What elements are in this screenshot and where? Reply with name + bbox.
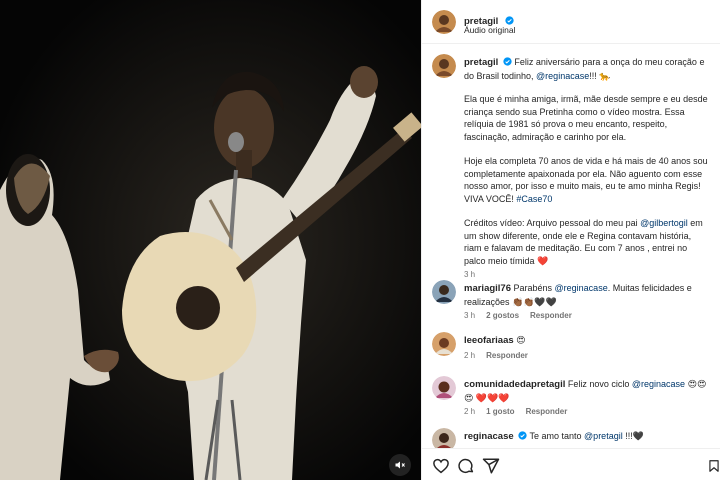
commenter-avatar[interactable] (432, 428, 456, 448)
comment-text-end: !!!🖤 (622, 431, 644, 441)
heart-icon[interactable] (432, 457, 450, 475)
comment-body: reginacase Te amo tanto @pretagil !!!🖤 (464, 430, 709, 444)
comment-time[interactable]: 3 h (464, 311, 475, 320)
caption-username[interactable]: pretagil (464, 57, 498, 68)
comment-icon[interactable] (457, 457, 475, 475)
caption-paragraph-2: Ela que é minha amiga, irmã, mãe desde s… (464, 94, 708, 142)
caption-mention-link[interactable]: @gilbertogil (640, 218, 688, 228)
reply-button[interactable]: Responder (530, 311, 572, 320)
comments-list[interactable]: pretagil Feliz aniversário para a onça d… (422, 46, 720, 448)
hashtag-link[interactable]: #Case70 (516, 194, 552, 204)
caption-body: pretagil Feliz aniversário para a onça d… (464, 56, 709, 282)
comment-body: leeofariaas 😍 2 h Responder (464, 334, 709, 362)
comment-body: comunidadedapretagil Feliz novo ciclo @r… (464, 378, 709, 419)
verified-badge-icon (518, 431, 527, 440)
reply-button[interactable]: Responder (526, 407, 568, 416)
comment-mention-link[interactable]: @pretagil (584, 431, 623, 441)
caption-time[interactable]: 3 h (464, 270, 475, 279)
bookmark-icon[interactable] (707, 457, 720, 475)
caption-mention-link[interactable]: @reginacase (536, 71, 589, 81)
comment-meta: 2 h 1 gosto Responder (464, 406, 709, 419)
author-avatar[interactable] (432, 54, 456, 78)
post-header: pretagil Áudio original (422, 0, 720, 44)
audio-label[interactable]: Áudio original (464, 25, 516, 35)
share-icon[interactable] (482, 457, 500, 475)
caption-meta: 3 h (464, 269, 709, 282)
comment-text: Parabéns (511, 283, 555, 293)
comment-mention-link[interactable]: @reginacase (632, 379, 685, 389)
caption-paragraph-3: Hoje ela completa 70 anos de vida e há m… (464, 156, 708, 204)
comment-mention-link[interactable]: @reginacase (555, 283, 608, 293)
comment-body: mariagil76 Parabéns @reginacase. Muitas … (464, 282, 709, 323)
comment-text: Te amo tanto (527, 431, 585, 441)
comment-meta: 3 h 2 gostos Responder (464, 310, 709, 323)
comment-username[interactable]: mariagil76 (464, 283, 511, 294)
author-avatar[interactable] (432, 10, 456, 34)
commenter-avatar[interactable] (432, 376, 456, 400)
video-frame (0, 0, 421, 480)
comment-username[interactable]: comunidadedapretagil (464, 379, 565, 390)
comment-likes[interactable]: 2 gostos (486, 311, 519, 320)
comment-username[interactable]: leeofariaas (464, 335, 514, 346)
speaker-muted-icon (395, 461, 405, 469)
comment-meta: 2 h Responder (464, 350, 709, 363)
commenter-avatar[interactable] (432, 332, 456, 356)
comment-likes[interactable]: 1 gosto (486, 407, 514, 416)
post-side-panel: pretagil Áudio original pretagil Feliz a… (421, 0, 720, 480)
post-video[interactable] (0, 0, 421, 480)
caption-paragraph-4: Créditos vídeo: Arquivo pessoal do meu p… (464, 218, 641, 228)
verified-badge-icon (505, 16, 514, 25)
verified-badge-icon (503, 57, 512, 66)
comment-username[interactable]: reginacase (464, 431, 514, 442)
post-action-bar (422, 448, 720, 480)
comment-text: 😍 (513, 335, 526, 345)
commenter-avatar[interactable] (432, 280, 456, 304)
reply-button[interactable]: Responder (486, 351, 528, 360)
caption-line1-end: !!! 🐆 (589, 70, 611, 81)
comment-time[interactable]: 2 h (464, 351, 475, 360)
comment-text: Feliz novo ciclo (565, 379, 632, 389)
comment-time[interactable]: 2 h (464, 407, 475, 416)
audio-toggle-button[interactable] (389, 454, 411, 476)
